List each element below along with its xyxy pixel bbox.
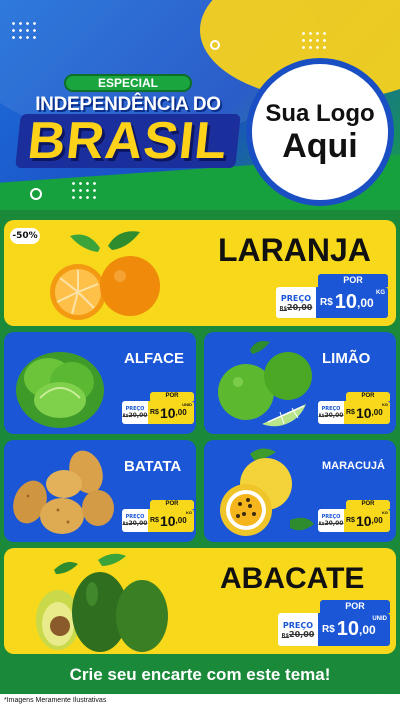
currency-label: R$	[346, 517, 355, 524]
product-name: LARANJA	[218, 232, 371, 268]
old-price: R$20,00	[279, 302, 313, 312]
product-name: ABACATE	[220, 562, 365, 595]
por-label: POR	[346, 500, 390, 509]
unit-label: UNID	[182, 402, 192, 407]
avocado-image	[36, 553, 168, 652]
product-name: BATATA	[124, 458, 182, 475]
por-label: POR	[320, 600, 390, 613]
unit-label: KG	[382, 510, 388, 515]
product-card-abacate: ABACATE POR PREÇO R$20,00 R$ 10 ,00 UNID	[4, 548, 396, 654]
dots-decoration	[10, 20, 38, 40]
preco-label: PREÇO	[282, 620, 314, 630]
price-tag: POR PREÇO R$20,00 R$ 10 ,00 UNID	[122, 392, 194, 424]
price-decimal: ,00	[175, 516, 187, 525]
potato-image	[13, 450, 114, 534]
unit-label: KG	[382, 402, 388, 407]
product-name: LIMÃO	[322, 350, 371, 367]
price-tag: POR PREÇO R$20,00 R$ 10 ,00 KG	[276, 274, 388, 318]
product-card-laranja: -50% LARANJA POR PREÇO R$20,00 R$ 10 ,00…	[4, 220, 396, 326]
logo-placeholder: Sua Logo Aqui	[246, 58, 394, 206]
product-card-alface: ALFACE POR PREÇO R$20,00 R$ 10 ,00 UNID	[4, 332, 196, 434]
dots-decoration	[300, 30, 328, 50]
title-big: BRASIL	[15, 112, 241, 170]
por-label: POR	[150, 392, 194, 401]
old-price: R$20,00	[281, 629, 315, 639]
currency-label: R$	[150, 409, 159, 416]
old-price: R$20,00	[318, 520, 344, 527]
unit-label: KG	[186, 510, 192, 515]
old-price: R$20,00	[318, 412, 344, 419]
price-tag: POR PREÇO R$20,00 R$ 10 ,00 KG	[318, 392, 390, 424]
unit-label: UNID	[372, 616, 387, 622]
price-integer: 10	[336, 618, 360, 640]
price-tag: POR PREÇO R$20,00 R$ 10 ,00 UNID	[278, 600, 390, 646]
disclaimer: *Imagens Meramente Ilustrativas	[4, 697, 107, 704]
price-integer: 10	[159, 512, 176, 529]
dots-decoration	[70, 180, 98, 200]
preco-label: PREÇO	[280, 293, 312, 303]
cta-banner[interactable]: Crie seu encarte com este tema!	[8, 658, 392, 692]
currency-label: R$	[346, 409, 355, 416]
price-decimal: ,00	[371, 516, 383, 525]
lettuce-image	[16, 352, 104, 428]
price-integer: 10	[355, 512, 372, 529]
passion-fruit-image	[220, 448, 314, 536]
price-decimal: ,00	[359, 622, 376, 637]
price-tag: POR PREÇO R$20,00 R$ 10 ,00 KG	[122, 500, 194, 532]
por-label: POR	[150, 500, 194, 509]
product-card-batata: BATATA POR PREÇO R$20,00 R$ 10 ,00 KG	[4, 440, 196, 542]
currency-label: R$	[322, 624, 335, 635]
product-name: MARACUJÁ	[322, 460, 385, 472]
ring-decoration	[30, 188, 42, 200]
currency-label: R$	[150, 517, 159, 524]
product-name: ALFACE	[124, 350, 184, 367]
old-price: R$20,00	[122, 412, 148, 419]
price-decimal: ,00	[371, 408, 383, 417]
product-card-maracuja: MARACUJÁ POR PREÇO R$20,00 R$ 10 ,00 KG	[204, 440, 396, 542]
price-integer: 10	[334, 291, 358, 313]
product-card-limao: LIMÃO POR PREÇO R$20,00 R$ 10 ,00 KG	[204, 332, 396, 434]
ring-decoration	[210, 40, 220, 50]
unit-label: KG	[376, 290, 385, 296]
orange-image	[50, 231, 160, 320]
price-decimal: ,00	[175, 408, 187, 417]
lime-image	[218, 341, 312, 427]
logo-line2: Aqui	[282, 127, 358, 165]
campaign-title: ESPECIAL INDEPENDÊNCIA DO BRASIL	[14, 74, 242, 170]
por-label: POR	[346, 392, 390, 401]
price-integer: 10	[355, 404, 372, 421]
discount-badge: -50%	[10, 228, 40, 244]
price-decimal: ,00	[357, 295, 374, 310]
logo-line1: Sua Logo	[265, 100, 375, 127]
por-label: POR	[318, 274, 388, 287]
currency-label: R$	[320, 297, 333, 308]
header-banner: ESPECIAL INDEPENDÊNCIA DO BRASIL Sua Log…	[0, 0, 400, 210]
price-integer: 10	[159, 404, 176, 421]
old-price: R$20,00	[122, 520, 148, 527]
especial-label: ESPECIAL	[64, 74, 192, 92]
price-tag: POR PREÇO R$20,00 R$ 10 ,00 KG	[318, 500, 390, 532]
